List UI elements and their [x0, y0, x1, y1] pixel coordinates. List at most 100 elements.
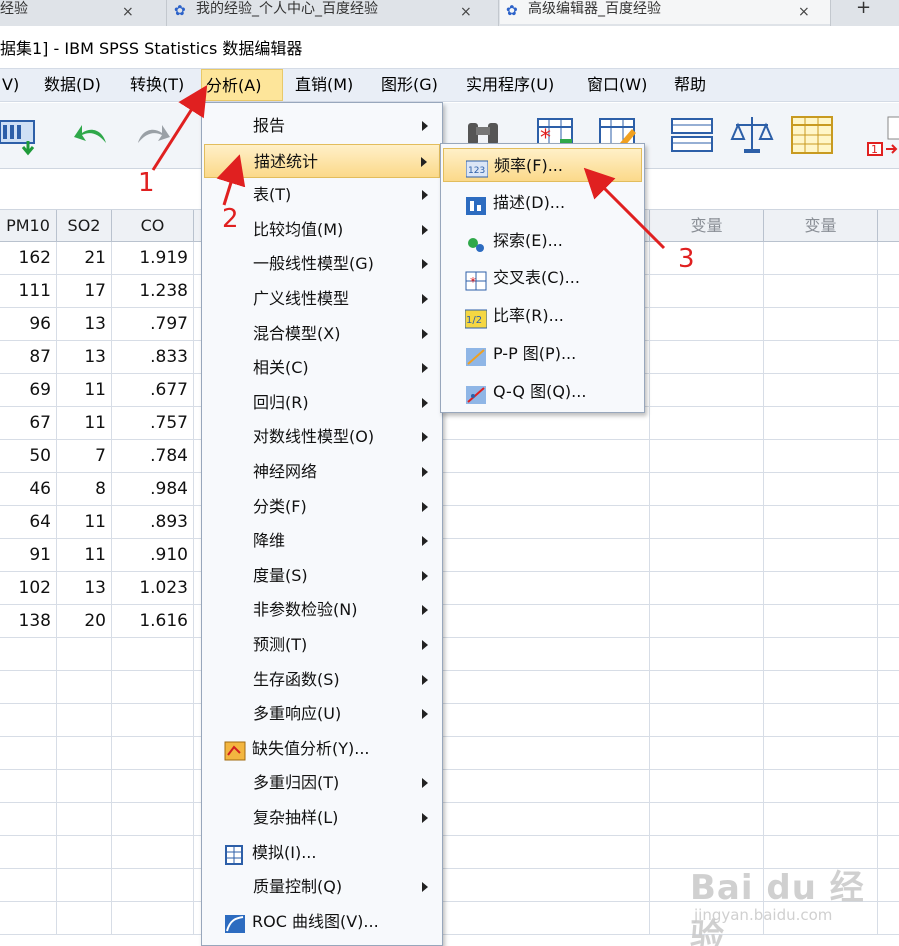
data-cell[interactable]: 1.616: [112, 605, 194, 638]
analyze-menu-item[interactable]: 回归(R): [204, 386, 440, 420]
empty-cell[interactable]: [764, 770, 878, 803]
recall-dialog-icon[interactable]: [0, 113, 42, 157]
column-header-so2[interactable]: SO2: [57, 210, 112, 242]
data-cell[interactable]: 11: [57, 539, 112, 572]
empty-cell[interactable]: [878, 638, 899, 671]
empty-cell[interactable]: [764, 242, 878, 275]
empty-cell[interactable]: [878, 473, 899, 506]
empty-cell[interactable]: [764, 506, 878, 539]
analyze-menu-item[interactable]: 报告: [204, 109, 440, 143]
data-cell[interactable]: 162: [0, 242, 57, 275]
empty-cell[interactable]: [650, 341, 764, 374]
empty-cell[interactable]: [650, 374, 764, 407]
analyze-menu-item[interactable]: 描述统计: [204, 143, 440, 178]
data-cell[interactable]: 20: [57, 605, 112, 638]
empty-cell[interactable]: [878, 374, 899, 407]
descriptives-submenu-item[interactable]: Q-Q 图(Q)...: [443, 375, 642, 409]
empty-cell[interactable]: [57, 638, 112, 671]
data-cell[interactable]: 138: [0, 605, 57, 638]
data-cell[interactable]: 69: [0, 374, 57, 407]
data-cell[interactable]: .910: [112, 539, 194, 572]
analyze-menu-item[interactable]: 比较均值(M): [204, 213, 440, 247]
empty-cell[interactable]: [0, 737, 57, 770]
empty-cell[interactable]: [0, 704, 57, 737]
menu-analyze[interactable]: 分析(A): [201, 69, 283, 101]
empty-cell[interactable]: [650, 275, 764, 308]
empty-cell[interactable]: [878, 506, 899, 539]
column-header-variable[interactable]: 变量: [764, 210, 878, 242]
analyze-menu-item[interactable]: 相关(C): [204, 351, 440, 385]
empty-cell[interactable]: [650, 473, 764, 506]
empty-cell[interactable]: [878, 836, 899, 869]
data-cell[interactable]: .833: [112, 341, 194, 374]
empty-cell[interactable]: [764, 704, 878, 737]
empty-cell[interactable]: [878, 671, 899, 704]
empty-cell[interactable]: [57, 836, 112, 869]
value-labels-icon[interactable]: 1: [862, 113, 899, 157]
select-cases-icon[interactable]: [790, 113, 834, 157]
empty-cell[interactable]: [650, 572, 764, 605]
data-cell[interactable]: 64: [0, 506, 57, 539]
browser-tab[interactable]: ✿ 我的经验_个人中心_百度经验 ×: [168, 0, 498, 24]
data-cell[interactable]: 13: [57, 572, 112, 605]
data-cell[interactable]: 11: [57, 374, 112, 407]
empty-cell[interactable]: [650, 671, 764, 704]
empty-cell[interactable]: [764, 308, 878, 341]
empty-cell[interactable]: [764, 605, 878, 638]
undo-icon[interactable]: [70, 113, 114, 157]
column-header-pm10[interactable]: PM10: [0, 210, 57, 242]
data-cell[interactable]: 7: [57, 440, 112, 473]
data-cell[interactable]: 11: [57, 407, 112, 440]
data-cell[interactable]: 21: [57, 242, 112, 275]
descriptives-submenu-item[interactable]: P-P 图(P)...: [443, 337, 642, 371]
empty-cell[interactable]: [650, 539, 764, 572]
analyze-menu-item[interactable]: 质量控制(Q): [204, 870, 440, 904]
empty-cell[interactable]: [878, 341, 899, 374]
empty-cell[interactable]: [878, 869, 899, 902]
menu-transform[interactable]: 转换(T): [126, 69, 188, 101]
data-cell[interactable]: .893: [112, 506, 194, 539]
data-cell[interactable]: 1.919: [112, 242, 194, 275]
empty-cell[interactable]: [650, 737, 764, 770]
empty-cell[interactable]: [650, 605, 764, 638]
empty-cell[interactable]: [57, 869, 112, 902]
empty-cell[interactable]: [764, 671, 878, 704]
descriptives-submenu-item[interactable]: 探索(E)...: [443, 224, 642, 258]
analyze-menu-item[interactable]: 度量(S): [204, 559, 440, 593]
analyze-menu-item[interactable]: 多重归因(T): [204, 766, 440, 800]
data-cell[interactable]: 1.023: [112, 572, 194, 605]
data-cell[interactable]: .984: [112, 473, 194, 506]
analyze-menu-item[interactable]: 表(T): [204, 178, 440, 212]
empty-cell[interactable]: [878, 572, 899, 605]
menu-graphs[interactable]: 图形(G): [377, 69, 442, 101]
empty-cell[interactable]: [764, 638, 878, 671]
analyze-menu-item[interactable]: 对数线性模型(O): [204, 420, 440, 454]
empty-cell[interactable]: [112, 803, 194, 836]
menu-direct-marketing[interactable]: 直销(M): [291, 69, 357, 101]
data-cell[interactable]: 11: [57, 506, 112, 539]
analyze-menu-item[interactable]: 非参数检验(N): [204, 593, 440, 627]
empty-cell[interactable]: [0, 902, 57, 935]
data-cell[interactable]: 91: [0, 539, 57, 572]
column-header-co[interactable]: CO: [112, 210, 194, 242]
data-cell[interactable]: 50: [0, 440, 57, 473]
empty-cell[interactable]: [0, 836, 57, 869]
analyze-menu-item[interactable]: 广义线性模型: [204, 282, 440, 316]
data-cell[interactable]: .784: [112, 440, 194, 473]
browser-tab[interactable]: 经验 ×: [0, 0, 164, 24]
empty-cell[interactable]: [650, 704, 764, 737]
data-cell[interactable]: .757: [112, 407, 194, 440]
analyze-menu-item[interactable]: 复杂抽样(L): [204, 801, 440, 835]
empty-cell[interactable]: [764, 572, 878, 605]
descriptives-submenu-item[interactable]: 123 频率(F)...: [443, 148, 642, 182]
empty-cell[interactable]: [878, 242, 899, 275]
weight-cases-icon[interactable]: [730, 113, 774, 157]
empty-cell[interactable]: [878, 902, 899, 935]
empty-cell[interactable]: [0, 803, 57, 836]
empty-cell[interactable]: [764, 803, 878, 836]
analyze-menu-item[interactable]: 神经网络: [204, 455, 440, 489]
empty-cell[interactable]: [112, 902, 194, 935]
empty-cell[interactable]: [878, 770, 899, 803]
empty-cell[interactable]: [764, 473, 878, 506]
data-cell[interactable]: 17: [57, 275, 112, 308]
